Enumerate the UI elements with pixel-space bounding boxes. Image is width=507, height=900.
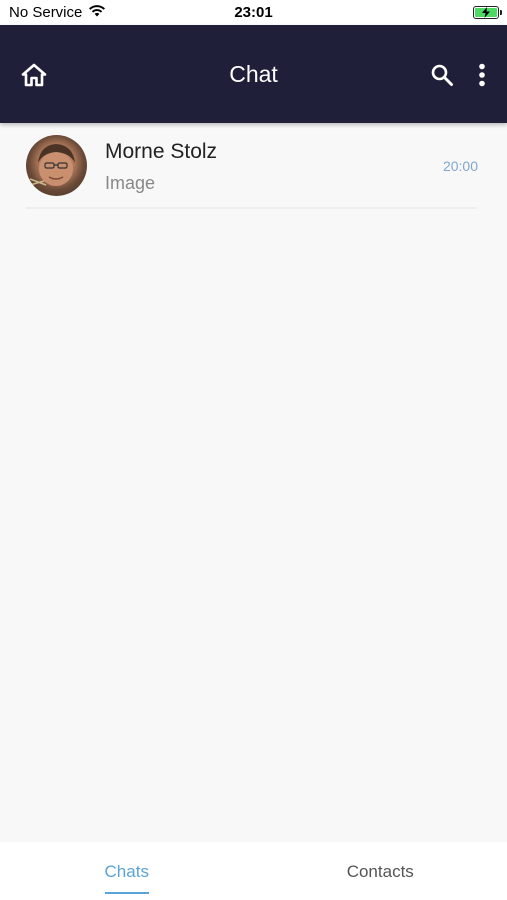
status-left: No Service bbox=[9, 4, 106, 22]
chat-list: Morne Stolz Image 20:00 bbox=[0, 123, 507, 209]
chat-last-message: Image bbox=[105, 173, 156, 193]
app-bar: Chat bbox=[0, 25, 507, 123]
tab-chats-label: Chats bbox=[104, 862, 149, 881]
chat-contact-name: Morne Stolz bbox=[105, 140, 218, 163]
tab-chats[interactable]: Chats bbox=[0, 842, 254, 900]
chat-screen: No Service 23:01 Chat Morne Stolz Image … bbox=[0, 0, 507, 900]
bottom-tab-bar: Chats Contacts bbox=[0, 842, 507, 900]
carrier-label: No Service bbox=[9, 4, 83, 21]
search-button[interactable] bbox=[428, 61, 456, 89]
wifi-icon bbox=[88, 4, 106, 22]
status-bar: No Service 23:01 bbox=[0, 0, 507, 25]
battery-icon bbox=[473, 6, 502, 19]
search-icon bbox=[431, 64, 453, 86]
charging-bolt-icon bbox=[482, 7, 490, 18]
avatar bbox=[26, 135, 87, 196]
more-vertical-icon bbox=[479, 63, 485, 87]
active-tab-indicator bbox=[104, 892, 149, 894]
tab-contacts[interactable]: Contacts bbox=[254, 842, 507, 900]
status-time: 23:01 bbox=[234, 4, 273, 21]
chat-timestamp: 20:00 bbox=[442, 158, 478, 174]
tab-contacts-label: Contacts bbox=[346, 862, 414, 881]
list-divider bbox=[26, 207, 477, 209]
chat-list-item[interactable]: Morne Stolz Image 20:00 bbox=[0, 123, 507, 209]
more-options-button[interactable] bbox=[472, 61, 492, 89]
